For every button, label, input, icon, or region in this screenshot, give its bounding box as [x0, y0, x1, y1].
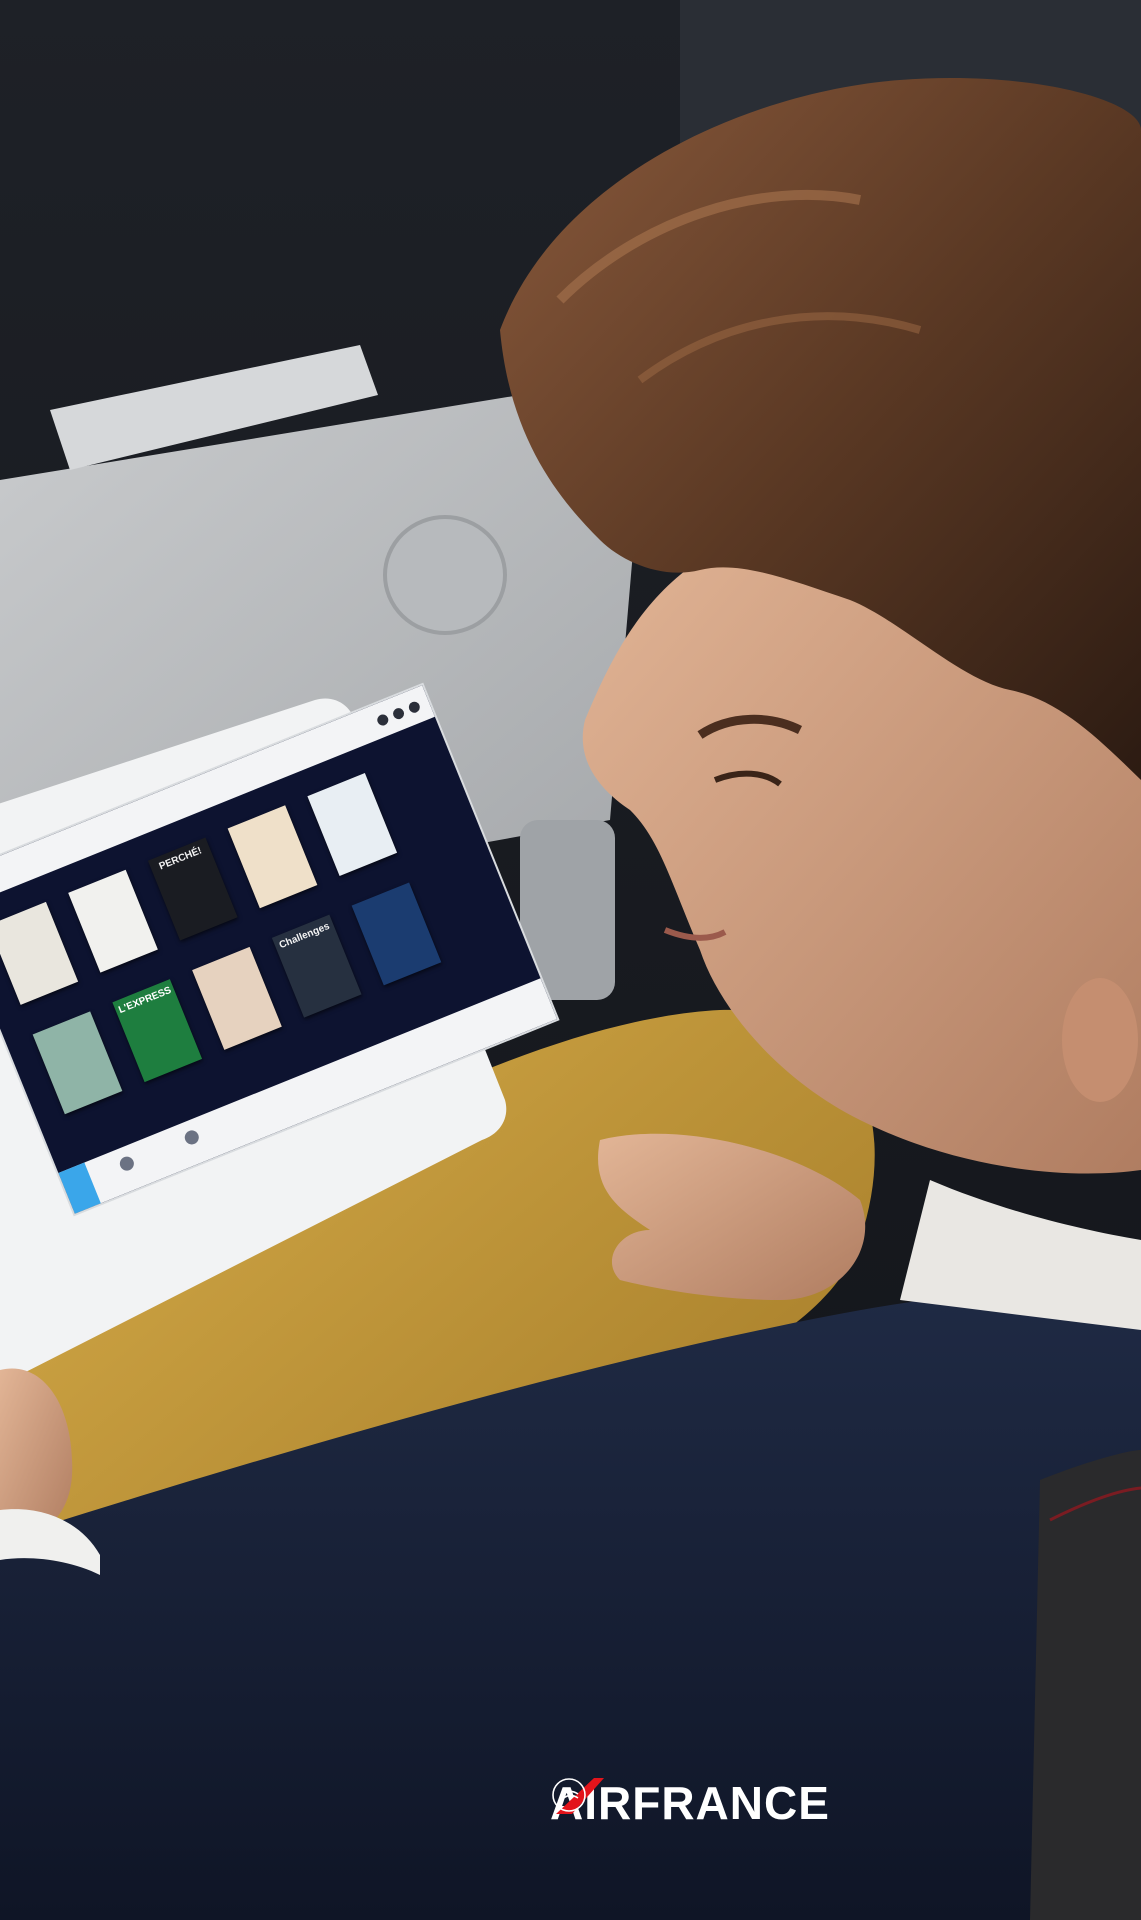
- chat-icon: [391, 705, 406, 721]
- magazine-cover[interactable]: [32, 1011, 123, 1115]
- tablet-header-icons: [375, 699, 422, 727]
- magazine-cover[interactable]: [68, 869, 158, 973]
- magazine-cover[interactable]: PERCHÉ!: [147, 837, 238, 941]
- magazine-cover[interactable]: [0, 901, 79, 1005]
- bookmark-icon: [406, 699, 422, 714]
- airline-logo: AIRFRANCE: [550, 1776, 830, 1830]
- magazine-masthead: PERCHÉ!: [157, 845, 204, 873]
- user-icon: [375, 712, 390, 727]
- magazine-cover[interactable]: Challenges: [271, 914, 362, 1018]
- magazine-masthead: Challenges: [277, 920, 332, 952]
- magazine-masthead: L'EXPRESS: [117, 984, 173, 1016]
- info-icon: [182, 1128, 201, 1147]
- library-icon: [117, 1154, 136, 1173]
- magazine-cover[interactable]: L'EXPRESS: [112, 979, 203, 1083]
- magazine-cover[interactable]: [351, 882, 442, 986]
- magazine-cover[interactable]: [192, 946, 282, 1050]
- magazine-cover[interactable]: [307, 773, 398, 877]
- skyteam-seal-icon: [552, 1778, 586, 1812]
- photo-scene: SS PERCHÉ!L'EXPRESSChallenges AIRFRANCE: [0, 0, 1141, 1920]
- magazine-cover[interactable]: [227, 805, 318, 909]
